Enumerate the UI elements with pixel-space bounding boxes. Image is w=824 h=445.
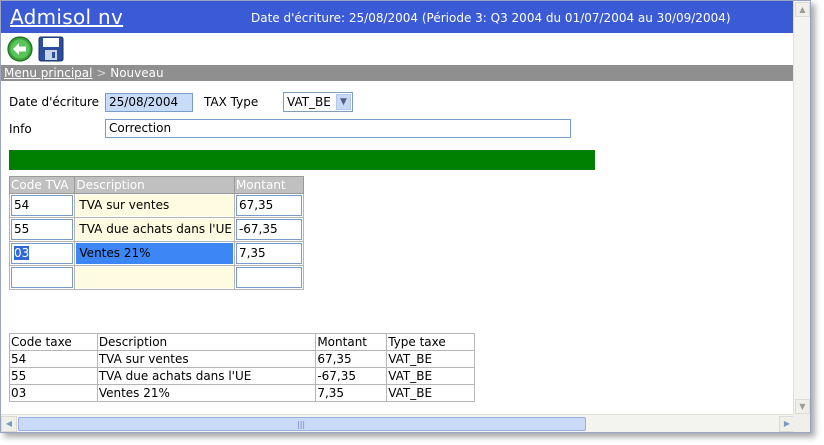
app-title[interactable]: Admisol nv [10,5,123,29]
summary-code: 03 [9,384,98,402]
info-label: Info [9,122,32,136]
grid-row: 54 TVA sur ventes 67,35 [8,193,305,218]
floppy-save-icon [38,36,64,62]
horizontal-scroll-thumb[interactable]: ||| [18,417,586,431]
code-input[interactable]: 55 [11,219,74,240]
entry-date-info: Date d'écriture: 25/08/2004 (Période 3: … [251,11,731,25]
code-input[interactable]: 54 [11,195,74,216]
grid-row: 03 Ventes 21% 7,35 [8,241,305,266]
grid-row-empty [8,265,305,290]
date-field[interactable]: 25/08/2004 [105,93,193,112]
summary-description: TVA due achats dans l'UE [96,367,317,385]
amount-input[interactable]: 7,35 [235,243,302,264]
summary-table: Code taxe Description Montant Type taxe … [9,333,475,402]
toolbar [1,33,793,65]
back-arrow-icon [7,36,33,62]
tax-type-value: VAT_BE [287,95,331,109]
scrollbar-corner [793,414,810,432]
amount-input[interactable]: -67,35 [235,219,302,240]
horizontal-scrollbar[interactable]: ◀ ||| ▶ [1,414,795,432]
summary-header-amount: Montant [315,333,388,351]
summary-header-description: Description [96,333,317,351]
scroll-down-icon[interactable]: ▼ [795,399,810,414]
code-input-active[interactable]: 03 [11,243,74,264]
table-row: 03 Ventes 21% 7,35 VAT_BE [9,384,475,402]
chevron-down-icon[interactable]: ▼ [336,94,351,110]
column-header-amount: Montant [233,176,305,194]
summary-amount: 7,35 [315,384,388,402]
back-button[interactable] [7,36,33,62]
date-label: Date d'écriture [9,95,100,109]
entry-grid: Code TVA Description Montant 54 TVA sur … [8,176,305,290]
breadcrumb-separator: > [96,66,107,80]
summary-type: VAT_BE [386,384,475,402]
column-header-code: Code TVA [8,176,76,194]
summary-type: VAT_BE [386,350,475,368]
summary-amount: 67,35 [315,350,388,368]
summary-code: 55 [9,367,98,385]
summary-header-code: Code taxe [9,333,98,351]
description-cell [76,267,233,288]
table-row: 54 TVA sur ventes 67,35 VAT_BE [9,350,475,368]
scroll-up-icon[interactable]: ▲ [795,2,810,17]
tax-type-label: TAX Type [204,95,259,109]
save-button[interactable] [38,36,64,62]
summary-code: 54 [9,350,98,368]
breadcrumb-current: Nouveau [110,66,164,80]
grid-row: 55 TVA due achats dans l'UE -67,35 [8,217,305,242]
vertical-scrollbar[interactable]: ▲ ▼ [793,1,810,415]
summary-description: Ventes 21% [96,384,317,402]
summary-description: TVA sur ventes [96,350,317,368]
column-header-description: Description [74,176,235,194]
summary-header-type: Type taxe [386,333,475,351]
amount-input[interactable] [235,267,302,288]
tax-type-select[interactable]: VAT_BE ▼ [283,92,353,112]
code-input[interactable] [11,267,74,288]
table-row: 55 TVA due achats dans l'UE -67,35 VAT_B… [9,367,475,385]
description-cell: TVA due achats dans l'UE [76,219,233,240]
breadcrumb-home-link[interactable]: Menu principal [4,66,93,80]
title-bar: Admisol nv Date d'écriture: 25/08/2004 (… [1,1,793,33]
summary-type: VAT_BE [386,367,475,385]
amount-input[interactable]: 67,35 [235,195,302,216]
breadcrumb: Menu principal > Nouveau [1,65,793,81]
status-bar [9,150,595,170]
summary-amount: -67,35 [315,367,388,385]
description-cell-selected: Ventes 21% [76,243,233,264]
selected-code-text: 03 [14,246,30,260]
grip-icon: ||| [297,420,306,429]
app-window: Admisol nv Date d'écriture: 25/08/2004 (… [0,0,811,433]
info-field[interactable]: Correction [105,119,571,138]
description-cell: TVA sur ventes [76,195,233,216]
scroll-left-icon[interactable]: ◀ [1,416,17,432]
